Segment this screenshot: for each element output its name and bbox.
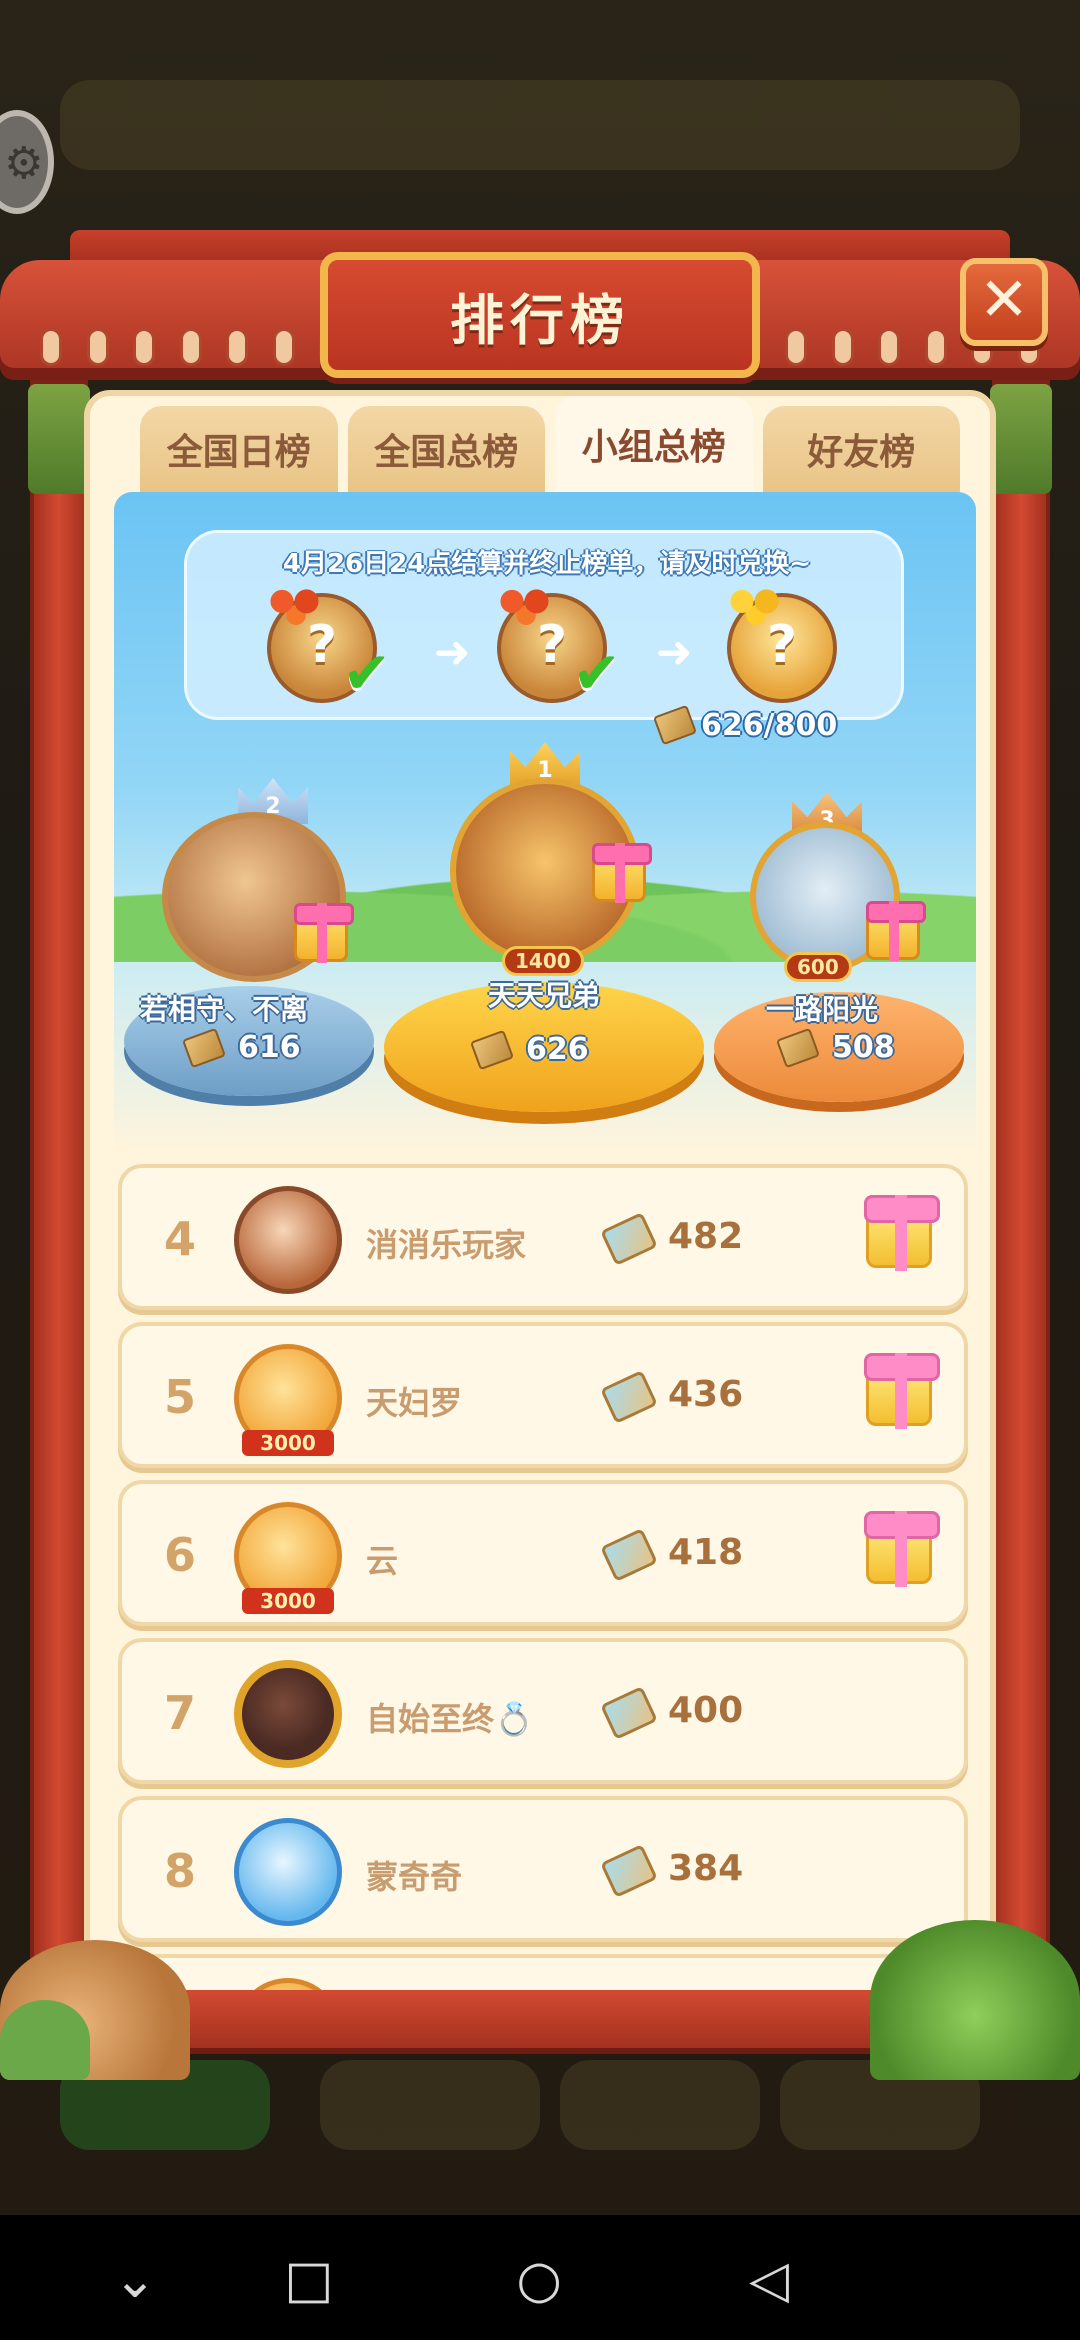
leaderboard-panel: 全国日榜 全国总榜 小组总榜 好友榜 4月26日24点结算并终止榜单，请及时兑换… bbox=[84, 390, 996, 2010]
player-score: 436 bbox=[668, 1374, 744, 1415]
ranking-list[interactable]: 4 消消乐玩家 482 5 3000 天妇罗 436 6 3000 云 418 … bbox=[118, 1164, 968, 2004]
avatar-badge: 3000 bbox=[242, 1430, 334, 1456]
back-button[interactable]: ◁ bbox=[734, 2245, 804, 2315]
coupon-icon bbox=[469, 1029, 515, 1070]
bg-blur-button bbox=[560, 2060, 760, 2150]
avatar[interactable] bbox=[234, 1660, 342, 1768]
gift-icon[interactable] bbox=[864, 1195, 940, 1271]
close-icon: ✕ bbox=[978, 265, 1030, 335]
podium-score: 616 bbox=[181, 1027, 301, 1068]
player-score: 418 bbox=[668, 1532, 744, 1573]
home-button[interactable]: ○ bbox=[504, 2245, 574, 2315]
tab-national-total[interactable]: 全国总榜 bbox=[347, 406, 545, 492]
gift-icon[interactable] bbox=[294, 903, 354, 963]
bg-blur-button bbox=[320, 2060, 540, 2150]
podium-name: 一路阳光 bbox=[766, 993, 879, 1026]
pillar-left bbox=[28, 380, 90, 2020]
list-item[interactable]: 5 3000 天妇罗 436 bbox=[118, 1322, 968, 1468]
podium-area: 4月26日24点结算并终止榜单，请及时兑换~ ? ✔ ➜ ? ✔ ➜ ? 626… bbox=[114, 492, 976, 1152]
check-icon: ✔ bbox=[342, 639, 391, 707]
pillar-right bbox=[990, 380, 1052, 2020]
bush-decoration bbox=[0, 2000, 90, 2080]
player-name: 天妇罗 bbox=[366, 1384, 463, 1422]
gift-icon[interactable] bbox=[864, 1511, 940, 1587]
tab-national-daily[interactable]: 全国日榜 bbox=[140, 406, 338, 492]
avatar[interactable] bbox=[234, 1818, 342, 1926]
podium-name: 天天兄弟 bbox=[488, 979, 601, 1012]
puzzle-icon: ⚙ bbox=[4, 138, 44, 189]
rank-number: 4 bbox=[163, 1212, 196, 1266]
player-score: 482 bbox=[668, 1216, 744, 1257]
player-score: 400 bbox=[668, 1690, 744, 1731]
bush-decoration bbox=[870, 1920, 1080, 2080]
coupon-icon bbox=[600, 1844, 658, 1898]
list-item[interactable]: 7 自始至终💍 400 bbox=[118, 1638, 968, 1784]
level-badge: 1400 bbox=[502, 946, 584, 976]
player-score: 384 bbox=[668, 1848, 744, 1889]
reward-stage-1[interactable]: ? ✔ bbox=[261, 583, 391, 707]
check-icon: ✔ bbox=[572, 639, 621, 707]
tab-bar: 全国日榜 全国总榜 小组总榜 好友榜 bbox=[140, 396, 960, 492]
progress-text: 626/800 bbox=[701, 707, 838, 743]
arrow-right-icon: ➜ bbox=[655, 627, 693, 678]
coupon-icon bbox=[600, 1370, 658, 1424]
gift-icon[interactable] bbox=[864, 1353, 940, 1429]
tab-friends[interactable]: 好友榜 bbox=[762, 406, 960, 492]
player-name: 消消乐玩家 bbox=[366, 1226, 527, 1264]
page-title: 排行榜 bbox=[450, 288, 630, 352]
bg-blur-top bbox=[60, 80, 1020, 170]
recents-button[interactable]: □ bbox=[274, 2245, 344, 2315]
player-name: 蒙奇奇 bbox=[366, 1858, 463, 1896]
coupon-icon bbox=[600, 1212, 658, 1266]
coupon-icon bbox=[652, 704, 698, 746]
list-item[interactable]: 4 消消乐玩家 482 bbox=[118, 1164, 968, 1310]
reward-stage-2[interactable]: ? ✔ bbox=[491, 583, 621, 707]
reward-stage-3[interactable]: ? bbox=[721, 583, 837, 703]
podium-score: 626 bbox=[469, 1029, 589, 1070]
coupon-icon bbox=[600, 1528, 658, 1582]
coupon-icon bbox=[600, 1686, 658, 1740]
rank-number: 6 bbox=[163, 1528, 196, 1582]
close-button[interactable]: ✕ bbox=[960, 258, 1048, 346]
reward-banner: 4月26日24点结算并终止榜单，请及时兑换~ ? ✔ ➜ ? ✔ ➜ ? 626… bbox=[184, 530, 904, 746]
reward-progress: 626/800 bbox=[652, 703, 877, 747]
list-item[interactable]: 8 蒙奇奇 384 bbox=[118, 1796, 968, 1942]
podium-score: 508 bbox=[775, 1027, 895, 1068]
list-item[interactable]: 6 3000 云 418 bbox=[118, 1480, 968, 1626]
podium-name: 若相守、不离 bbox=[140, 993, 309, 1026]
level-badge: 600 bbox=[784, 952, 852, 982]
mystery-icon: ? bbox=[766, 615, 798, 675]
arrow-right-icon: ➜ bbox=[433, 627, 471, 678]
coupon-icon bbox=[775, 1027, 821, 1068]
rank-number: 7 bbox=[163, 1686, 196, 1740]
avatar-badge: 3000 bbox=[242, 1588, 334, 1614]
coupon-icon bbox=[181, 1027, 227, 1068]
tab-group-total[interactable]: 小组总榜 bbox=[555, 396, 753, 492]
gift-icon[interactable] bbox=[592, 843, 652, 903]
gift-icon[interactable] bbox=[866, 901, 926, 961]
chevron-down-icon[interactable]: ⌄ bbox=[100, 2245, 170, 2315]
pagoda-roof: 排行榜 bbox=[0, 200, 1080, 390]
player-name: 自始至终💍 bbox=[366, 1700, 534, 1738]
rank-number: 8 bbox=[163, 1844, 196, 1898]
system-navbar: ⌄ □ ○ ◁ bbox=[0, 2215, 1080, 2340]
rank-number: 5 bbox=[163, 1370, 196, 1424]
title-plaque: 排行榜 bbox=[320, 252, 760, 378]
settlement-notice: 4月26日24点结算并终止榜单，请及时兑换~ bbox=[282, 549, 812, 579]
avatar[interactable] bbox=[234, 1186, 342, 1294]
player-name: 云 bbox=[366, 1542, 399, 1580]
